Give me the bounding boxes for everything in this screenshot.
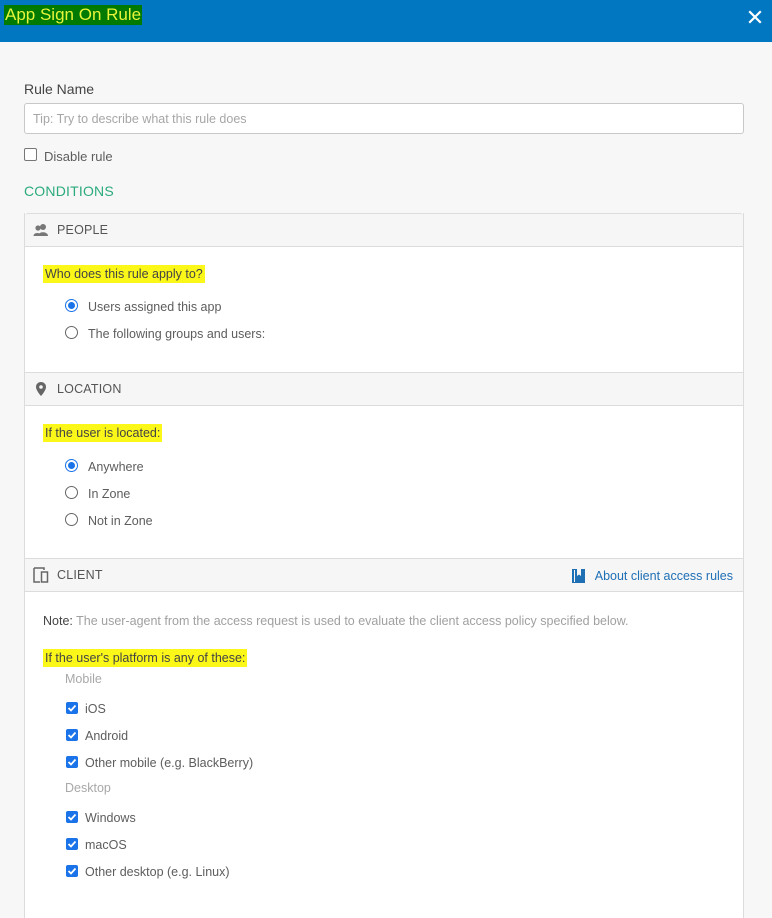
option-label: Anywhere <box>88 460 144 474</box>
platform-label: Android <box>85 729 129 743</box>
option-label: Not in Zone <box>88 514 153 528</box>
location-option-in-zone[interactable]: In Zone <box>65 484 130 501</box>
platform-other-mobile[interactable]: Other mobile (e.g. BlackBerry) <box>66 753 253 770</box>
checkbox-checked[interactable] <box>66 755 78 768</box>
option-label: The following groups and users: <box>88 327 266 341</box>
platform-other-desktop[interactable]: Other desktop (e.g. Linux) <box>66 862 230 879</box>
disable-rule-label: Disable rule <box>44 149 113 164</box>
checkmark-icon <box>67 704 77 712</box>
devices-icon <box>33 567 49 583</box>
checkbox-checked[interactable] <box>66 728 78 741</box>
modal-title: App Sign On Rule <box>4 5 143 25</box>
conditions-heading: CONDITIONS <box>24 183 114 199</box>
client-panel-header: CLIENT About client access rules <box>25 558 743 592</box>
radio-button[interactable] <box>65 513 78 526</box>
map-pin-icon <box>33 381 49 397</box>
client-question: If the user's platform is any of these: <box>43 649 248 667</box>
platform-label: Other mobile (e.g. BlackBerry) <box>85 756 254 770</box>
client-note: Note: The user-agent from the access req… <box>43 614 629 628</box>
client-panel: CLIENT About client access rules Note: T… <box>24 558 744 918</box>
platform-macos[interactable]: macOS <box>66 835 127 852</box>
disable-rule-checkbox[interactable] <box>24 148 37 161</box>
modal-header: App Sign On Rule <box>0 0 772 42</box>
radio-button[interactable] <box>65 486 78 499</box>
rule-name-input[interactable] <box>24 103 744 134</box>
checkmark-icon <box>67 731 77 739</box>
people-panel-header: PEOPLE <box>25 213 743 247</box>
platform-label: iOS <box>85 702 106 716</box>
location-option-anywhere[interactable]: Anywhere <box>65 457 144 474</box>
location-panel: LOCATION If the user is located: Anywher… <box>24 372 744 558</box>
option-label: In Zone <box>88 487 131 501</box>
checkbox-checked[interactable] <box>66 837 78 850</box>
location-option-not-in-zone[interactable]: Not in Zone <box>65 511 153 528</box>
platform-label: Windows <box>85 811 136 825</box>
radio-button[interactable] <box>65 299 78 312</box>
client-panel-title: CLIENT <box>57 568 103 582</box>
checkbox-checked[interactable] <box>66 701 78 714</box>
book-icon <box>571 568 587 584</box>
platform-windows[interactable]: Windows <box>66 808 136 825</box>
radio-button[interactable] <box>65 326 78 339</box>
platform-android[interactable]: Android <box>66 726 128 743</box>
location-panel-title: LOCATION <box>57 382 122 396</box>
people-panel: PEOPLE Who does this rule apply to? User… <box>24 213 744 372</box>
people-option-groups-users[interactable]: The following groups and users: <box>65 324 265 341</box>
people-question: Who does this rule apply to? <box>43 265 205 283</box>
note-text: The user-agent from the access request i… <box>72 614 629 628</box>
people-option-users-assigned[interactable]: Users assigned this app <box>65 297 221 314</box>
platform-label: macOS <box>85 838 127 852</box>
platform-group-mobile: Mobile <box>65 672 102 686</box>
checkmark-icon <box>67 758 77 766</box>
about-client-access-rules-link[interactable]: About client access rules <box>571 568 733 584</box>
platform-group-desktop: Desktop <box>65 781 111 795</box>
people-panel-title: PEOPLE <box>57 223 109 237</box>
location-question: If the user is located: <box>43 424 163 442</box>
location-panel-header: LOCATION <box>25 372 743 406</box>
close-button[interactable] <box>746 8 764 26</box>
option-label: Users assigned this app <box>88 300 222 314</box>
checkmark-icon <box>67 867 77 875</box>
checkbox-checked[interactable] <box>66 810 78 823</box>
checkmark-icon <box>67 840 77 848</box>
rule-name-label: Rule Name <box>24 81 95 97</box>
platform-label: Other desktop (e.g. Linux) <box>85 865 230 879</box>
radio-button[interactable] <box>65 459 78 472</box>
note-label: Note: <box>43 614 73 628</box>
about-client-access-rules-label: About client access rules <box>594 569 733 583</box>
platform-ios[interactable]: iOS <box>66 699 106 716</box>
close-icon <box>748 10 762 24</box>
people-icon <box>33 222 49 238</box>
checkmark-icon <box>67 813 77 821</box>
checkbox-checked[interactable] <box>66 864 78 877</box>
disable-rule-checkbox-row[interactable]: Disable rule <box>24 145 113 164</box>
